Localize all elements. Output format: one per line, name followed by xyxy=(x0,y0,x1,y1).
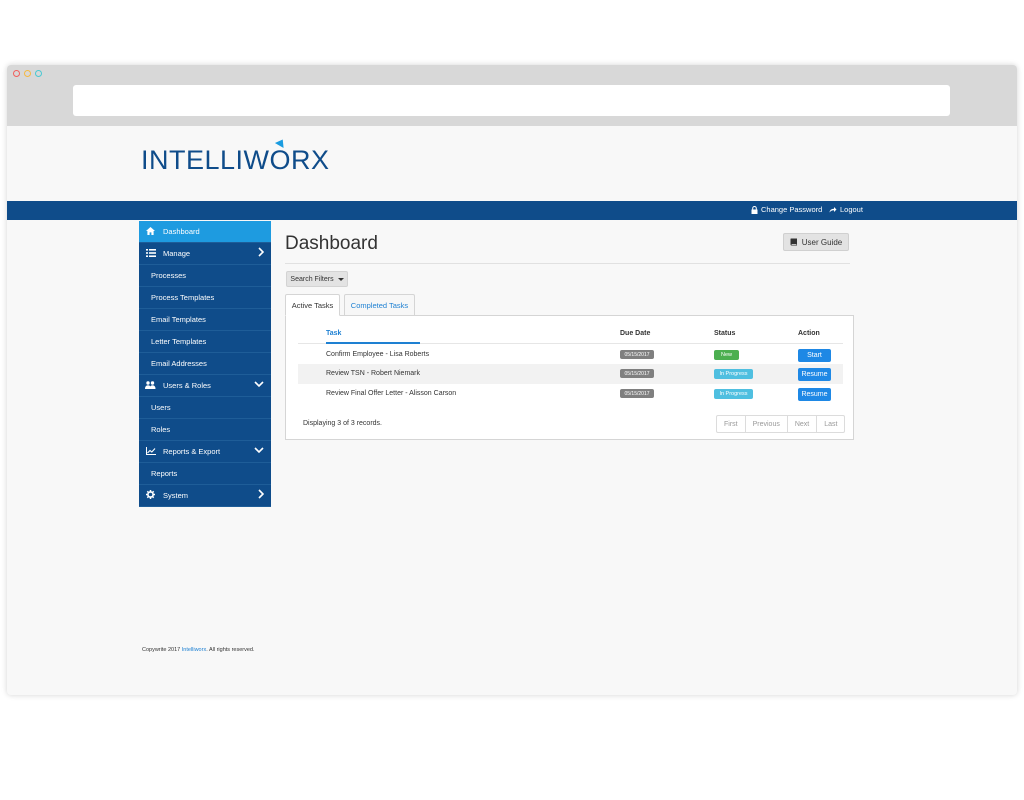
sidebar-item-label: Manage xyxy=(163,249,191,258)
caret-down-icon xyxy=(337,277,344,281)
chevron-right-icon xyxy=(258,247,265,261)
users-icon xyxy=(145,380,156,391)
column-header-action: Action xyxy=(798,330,820,337)
footer: Copywrite 2017 Intelliworx. All rights r… xyxy=(142,647,255,653)
sidebar-item-reports-export[interactable]: Reports & Export xyxy=(139,441,271,463)
logo-arrow-o: O xyxy=(270,136,292,176)
close-window-icon[interactable] xyxy=(13,70,20,77)
column-header-due-date[interactable]: Due Date xyxy=(620,330,650,337)
task-name[interactable]: Confirm Employee - Lisa Roberts xyxy=(326,351,429,358)
due-date-badge: 05/15/2017 xyxy=(620,369,654,378)
sidebar-item-processes[interactable]: Processes xyxy=(139,265,271,287)
sidebar-item-label: Dashboard xyxy=(163,227,200,236)
tab-completed-tasks[interactable]: Completed Tasks xyxy=(344,294,415,316)
change-password-link[interactable]: Change Password xyxy=(751,205,822,214)
pagination: First Previous Next Last xyxy=(716,415,846,433)
footer-suffix: . All rights reserved. xyxy=(206,647,255,653)
sidebar-item-label: Users & Roles xyxy=(163,381,211,390)
footer-prefix: Copywrite 2017 xyxy=(142,647,182,653)
sidebar-item-process-templates[interactable]: Process Templates xyxy=(139,287,271,309)
sidebar-item-label: Reports xyxy=(151,469,178,478)
gear-icon xyxy=(145,490,156,501)
user-guide-label: User Guide xyxy=(801,237,843,247)
due-date-badge: 05/15/2017 xyxy=(620,350,654,359)
book-icon xyxy=(790,238,797,246)
title-divider xyxy=(285,263,850,264)
maximize-window-icon[interactable] xyxy=(35,70,42,77)
search-filters-label: Search Filters xyxy=(290,275,334,283)
sidebar-item-system[interactable]: System xyxy=(139,485,271,507)
resume-button[interactable]: Resume xyxy=(798,368,831,381)
share-arrow-icon xyxy=(829,207,837,213)
line-chart-icon xyxy=(145,446,156,457)
table-row: Review Final Offer Letter - Alisson Cars… xyxy=(298,384,843,404)
sidebar-nav: Dashboard Manage Processes Process Templ… xyxy=(139,221,271,507)
task-name[interactable]: Review Final Offer Letter - Alisson Cars… xyxy=(326,390,456,397)
status-badge: In Progress xyxy=(714,389,753,399)
status-badge: New xyxy=(714,350,739,360)
sidebar-item-email-templates[interactable]: Email Templates xyxy=(139,309,271,331)
resume-button[interactable]: Resume xyxy=(798,388,831,401)
footer-brand-link[interactable]: Intelliworx xyxy=(182,647,206,653)
sidebar-item-email-addresses[interactable]: Email Addresses xyxy=(139,353,271,375)
sidebar-item-label: Email Addresses xyxy=(151,359,207,368)
sidebar-item-letter-templates[interactable]: Letter Templates xyxy=(139,331,271,353)
tab-active-tasks[interactable]: Active Tasks xyxy=(285,294,340,316)
pager-next[interactable]: Next xyxy=(788,416,818,432)
chevron-right-icon xyxy=(258,489,265,503)
task-name[interactable]: Review TSN - Robert Niemark xyxy=(326,370,420,377)
table-row: Review TSN - Robert Niemark 05/15/2017 I… xyxy=(298,364,843,384)
home-icon xyxy=(145,226,156,237)
refresh-arrow-icon xyxy=(274,136,287,149)
chevron-down-icon xyxy=(254,445,264,459)
pager-previous[interactable]: Previous xyxy=(746,416,788,432)
column-header-task[interactable]: Task xyxy=(326,330,341,337)
sidebar-item-dashboard[interactable]: Dashboard xyxy=(139,221,271,243)
page-title: Dashboard xyxy=(285,233,378,254)
sidebar-item-label: Roles xyxy=(151,425,171,434)
table-row: Confirm Employee - Lisa Roberts 05/15/20… xyxy=(298,345,843,365)
list-icon xyxy=(145,248,156,259)
browser-window: INTELLIWO RX Change Password Logout Dashb… xyxy=(7,65,1017,695)
logout-label: Logout xyxy=(840,205,863,214)
search-filters-dropdown[interactable]: Search Filters xyxy=(286,271,348,287)
lock-icon xyxy=(751,205,758,214)
pager-first[interactable]: First xyxy=(717,416,746,432)
address-bar[interactable] xyxy=(73,85,950,116)
user-guide-button[interactable]: User Guide xyxy=(783,233,849,251)
top-navigation-bar: Change Password Logout xyxy=(7,201,1017,220)
sidebar-item-label: Users xyxy=(151,403,171,412)
sorted-column-indicator xyxy=(326,342,420,344)
sidebar-item-label: Reports & Export xyxy=(163,447,221,456)
logout-link[interactable]: Logout xyxy=(829,205,863,214)
tasks-panel: Task Due Date Status Action Confirm Empl… xyxy=(285,315,854,440)
start-button[interactable]: Start xyxy=(798,349,831,362)
intelliworx-logo[interactable]: INTELLIWO RX xyxy=(141,136,330,176)
logo-text: INTELLIWO RX xyxy=(141,136,330,176)
sidebar-item-roles[interactable]: Roles xyxy=(139,419,271,441)
minimize-window-icon[interactable] xyxy=(24,70,31,77)
status-badge: In Progress xyxy=(714,369,753,379)
sidebar-item-label: Process Templates xyxy=(151,293,215,302)
sidebar-item-reports[interactable]: Reports xyxy=(139,463,271,485)
sidebar-item-users-roles[interactable]: Users & Roles xyxy=(139,375,271,397)
pager-last[interactable]: Last xyxy=(817,416,844,432)
change-password-label: Change Password xyxy=(761,205,823,214)
records-summary: Displaying 3 of 3 records. xyxy=(303,420,382,427)
column-header-status[interactable]: Status xyxy=(714,330,735,337)
sidebar-item-users[interactable]: Users xyxy=(139,397,271,419)
sidebar-item-label: System xyxy=(163,491,189,500)
sidebar-item-label: Processes xyxy=(151,271,187,280)
chevron-down-icon xyxy=(254,379,264,393)
due-date-badge: 05/15/2017 xyxy=(620,389,654,398)
browser-chrome xyxy=(7,65,1017,126)
sidebar-item-label: Letter Templates xyxy=(151,337,207,346)
sidebar-item-manage[interactable]: Manage xyxy=(139,243,271,265)
sidebar-item-label: Email Templates xyxy=(151,315,206,324)
